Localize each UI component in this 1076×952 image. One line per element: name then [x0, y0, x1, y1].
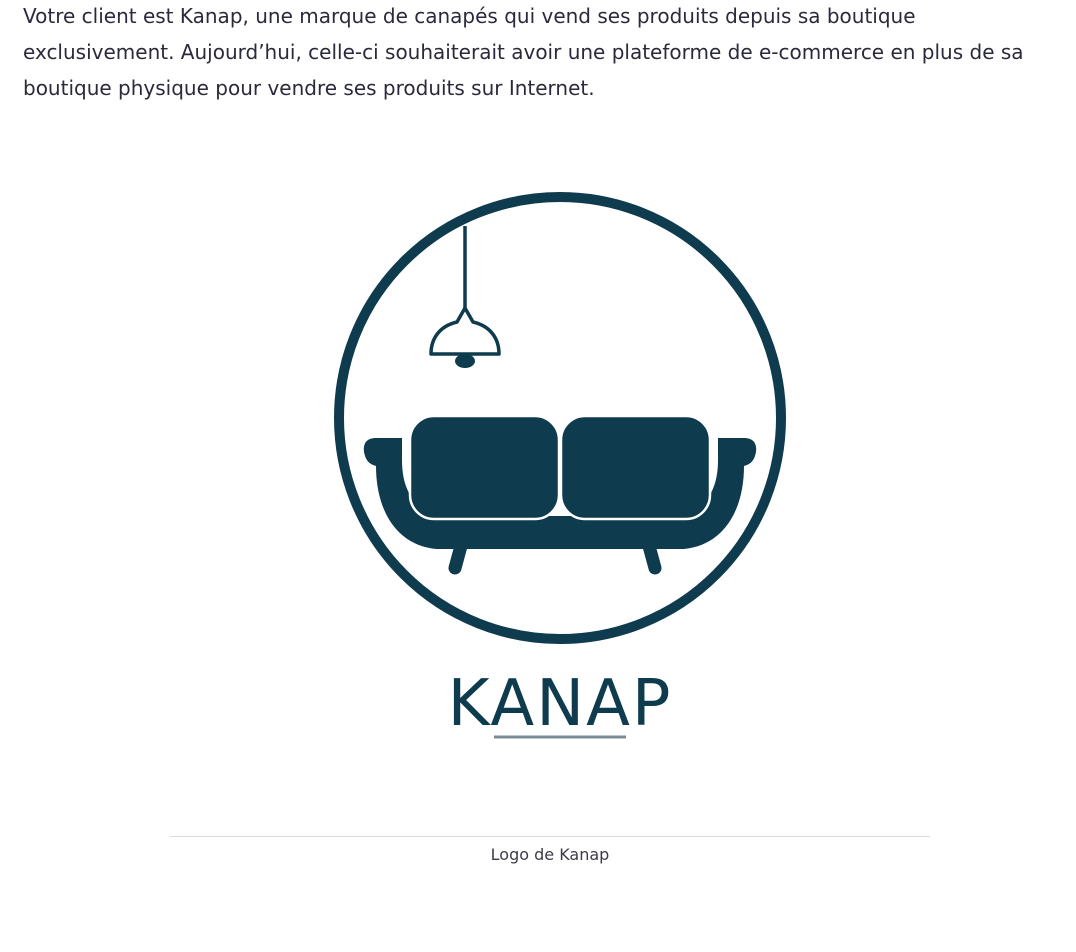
sofa-cushion-right	[559, 414, 712, 521]
kanap-logo: KANAP	[320, 180, 800, 760]
sofa-leg-left	[448, 539, 468, 575]
sofa-leg-right	[642, 539, 662, 575]
lamp-bulb	[455, 354, 475, 368]
caption-divider	[170, 836, 930, 837]
logo-figure: KANAP Logo de Kanap	[0, 0, 1076, 952]
sofa-cushion-left	[408, 414, 561, 521]
lamp-icon	[429, 306, 501, 356]
kanap-logo-graphic: KANAP	[334, 192, 786, 741]
logo-ring	[334, 192, 786, 644]
logo-wordmark: KANAP	[448, 667, 673, 741]
figure-caption: Logo de Kanap	[490, 845, 610, 864]
